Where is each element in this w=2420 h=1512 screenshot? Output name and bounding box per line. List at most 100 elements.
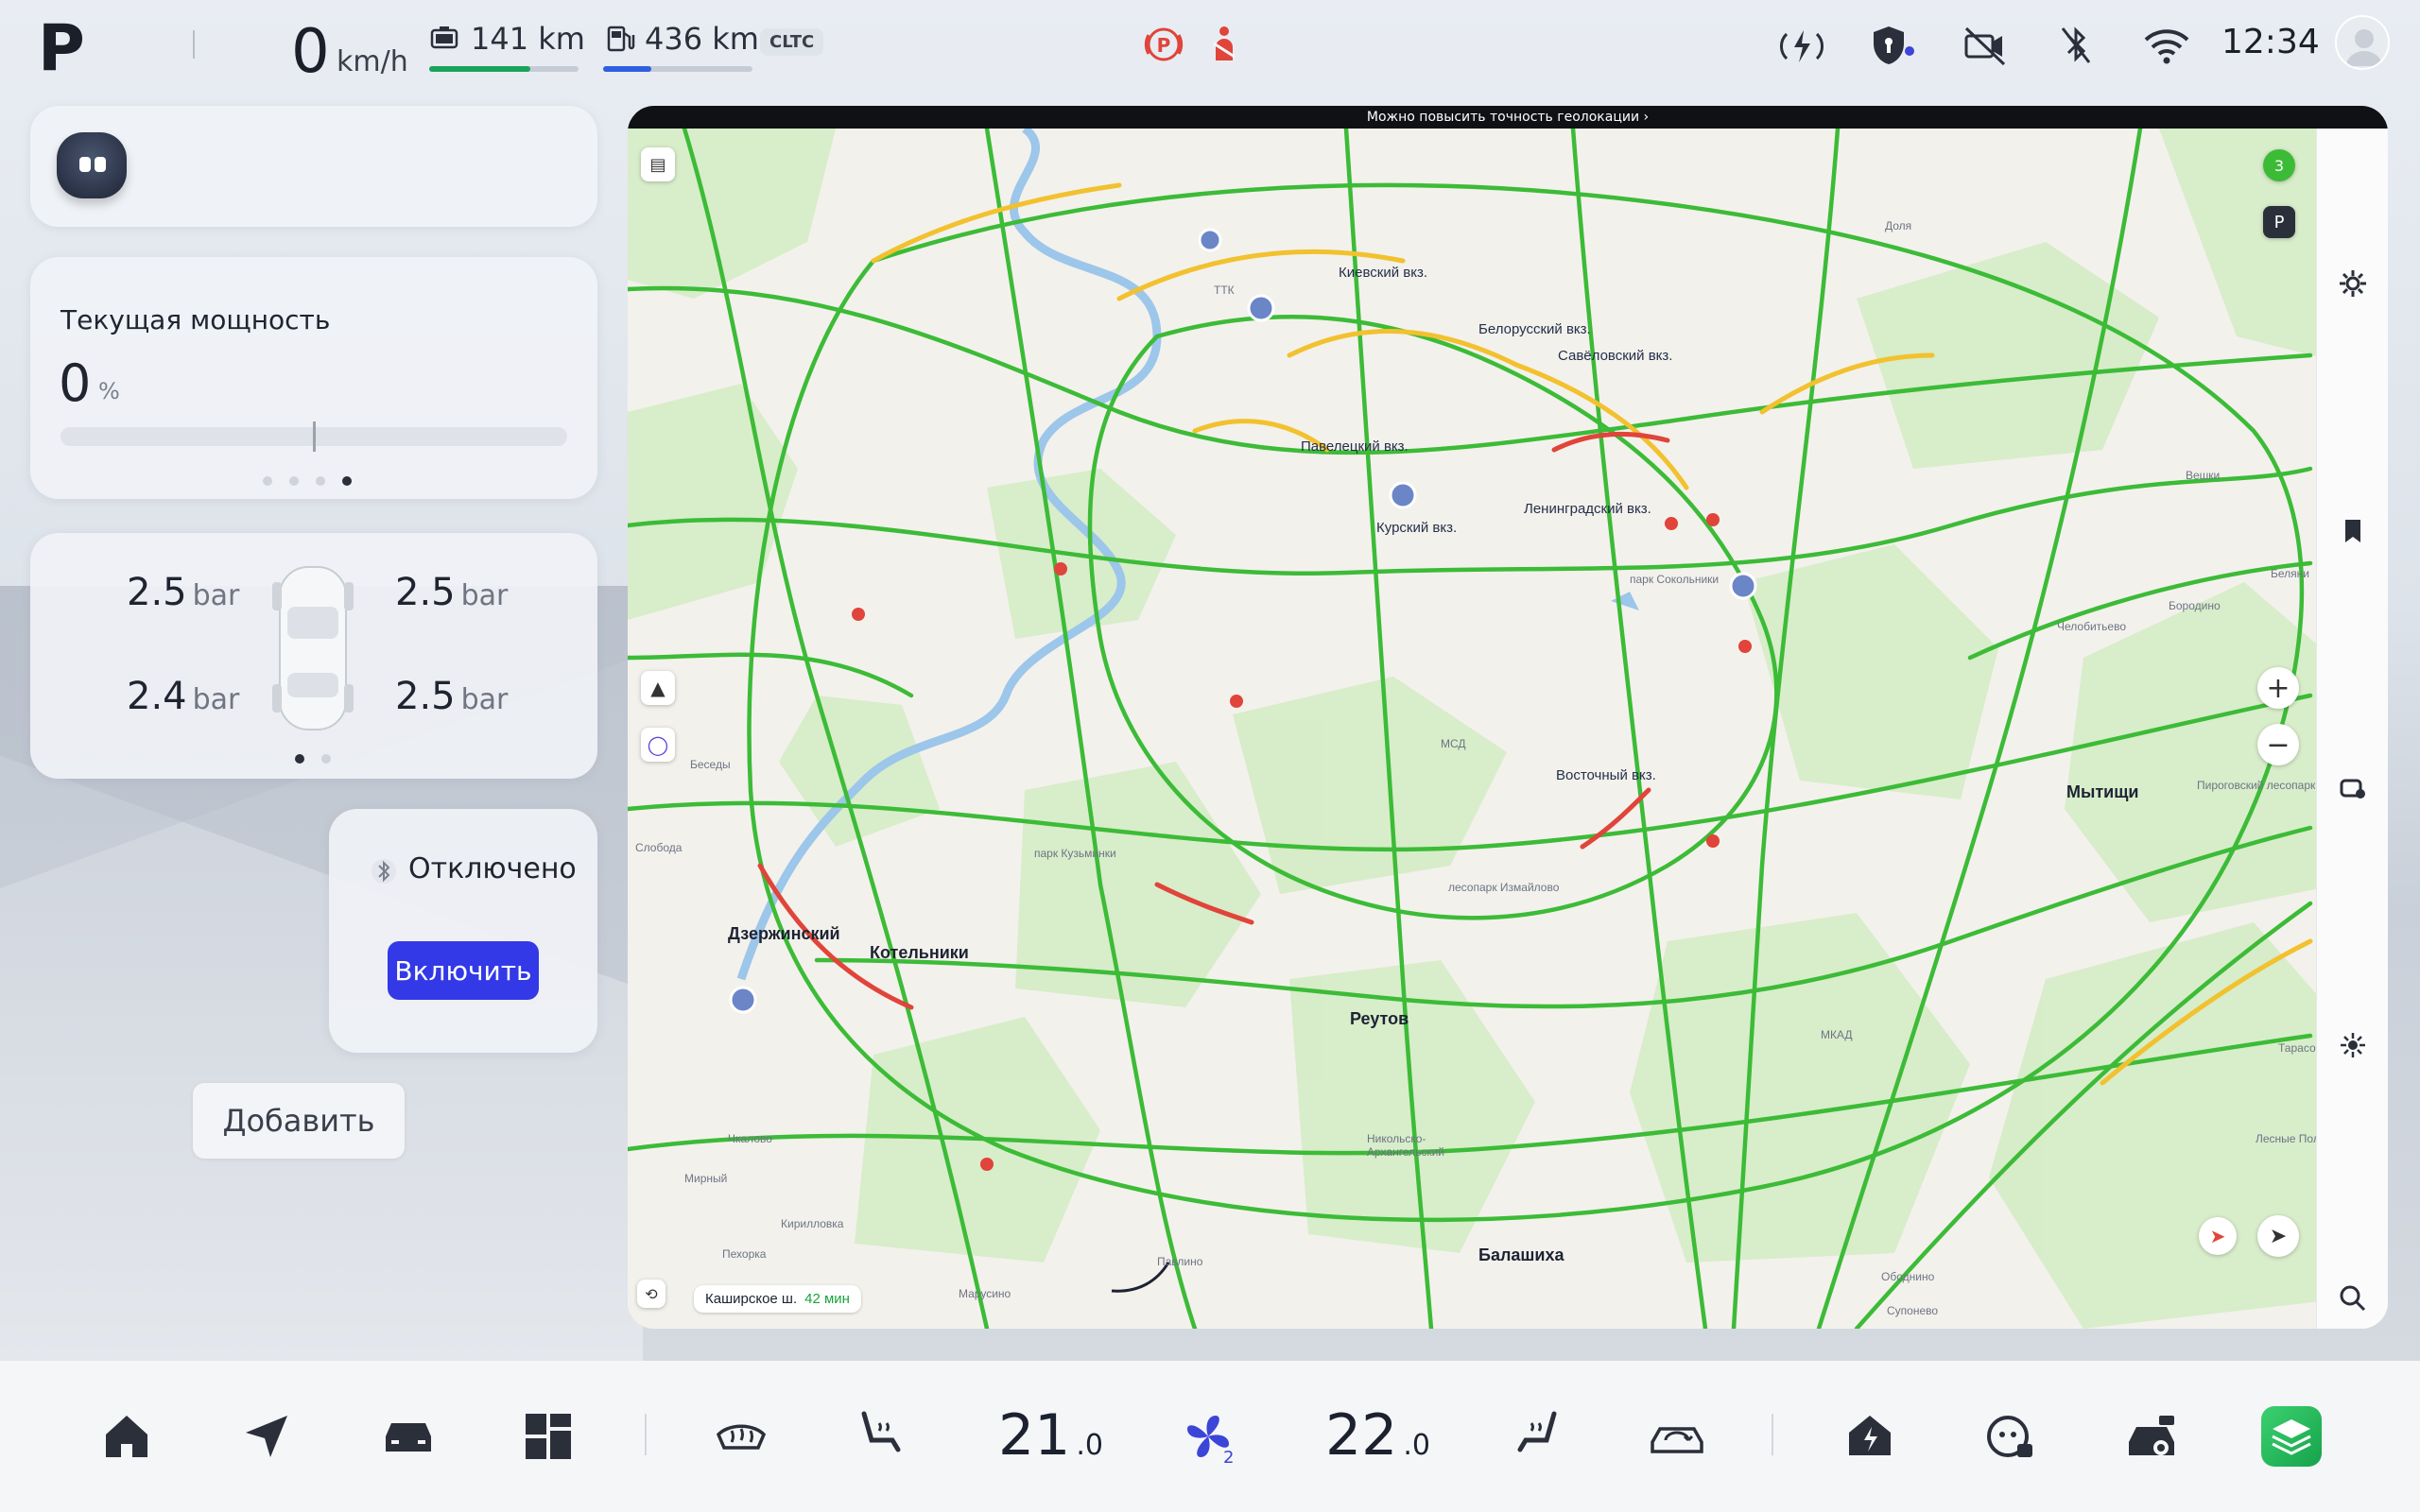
tire-unit: bar (460, 683, 509, 716)
bookmarks-icon[interactable] (2338, 516, 2368, 546)
route-road: Каширское ш. (705, 1291, 798, 1307)
wifi-icon (2144, 29, 2189, 64)
temp-left-value: 21 (998, 1402, 1071, 1469)
map-label-izmailovo: лесопарк Измайлово (1448, 881, 1560, 894)
map-reroute-button[interactable]: ⟲ (637, 1280, 666, 1308)
map-label-sokolniki: парк Сокольники (1630, 573, 1720, 586)
parking-icon: P (2273, 212, 2285, 232)
route-time: 42 мин (804, 1291, 850, 1307)
map-label-lesnye: Лесные Пол (2256, 1132, 2320, 1145)
bottom-dock: 21.0 2 22.0 (0, 1361, 2420, 1512)
page-dot[interactable] (289, 476, 299, 486)
zoom-in-button[interactable]: + (2257, 667, 2299, 709)
robot-eye (79, 157, 91, 172)
front-defrost-icon[interactable] (711, 1406, 771, 1467)
page-dot[interactable] (321, 754, 331, 764)
home-icon[interactable] (96, 1406, 157, 1467)
layers-icon: ▤ (649, 154, 666, 175)
tire-unit: bar (192, 579, 240, 612)
enable-bluetooth-button[interactable]: Включить (388, 941, 539, 1000)
camera-off-icon (1964, 26, 2006, 66)
tire-rear-right-value: 2.5 (395, 675, 456, 718)
map-alert-button[interactable]: ▲ (641, 671, 675, 705)
alice-assistant-button[interactable]: ◯ (641, 728, 675, 762)
tire-front-left-value: 2.5 (127, 571, 187, 614)
seatbelt-warning-icon (1213, 26, 1236, 60)
settings-icon[interactable] (2338, 268, 2368, 299)
navigation-arrow-icon: ➤ (2269, 1224, 2288, 1248)
range-battery: 141 km (429, 21, 585, 72)
plus-icon: + (2266, 671, 2290, 705)
bluetooth-card[interactable] (329, 809, 597, 1053)
power-value: 0 (59, 353, 92, 413)
compass-button[interactable]: ➤ (2199, 1217, 2237, 1255)
map-label-savelovsky: Савёловский вкз. (1558, 348, 1673, 364)
driver-assist-icon[interactable] (1979, 1406, 2040, 1467)
energy-icon[interactable] (1840, 1406, 1900, 1467)
seat-heat-left-icon[interactable] (851, 1406, 911, 1467)
dock-divider (645, 1414, 647, 1455)
apps-grid-icon[interactable] (518, 1406, 579, 1467)
seat-heat-right-icon[interactable] (1507, 1406, 1567, 1467)
svg-text:P: P (1157, 34, 1171, 57)
page-dot-active[interactable] (295, 754, 304, 764)
page-dot[interactable] (263, 476, 272, 486)
car-camera-icon[interactable] (2121, 1406, 2182, 1467)
navigation-icon[interactable] (236, 1406, 297, 1467)
geolocation-banner[interactable]: Можно повысить точность геолокации › (628, 106, 2388, 129)
parking-layer-button[interactable]: P (2263, 206, 2295, 238)
parking-brake-icon: P (1144, 27, 1184, 61)
range-battery-value: 141 km (471, 21, 585, 57)
compass-icon: ➤ (2209, 1225, 2226, 1247)
assistant-robot-icon[interactable] (57, 132, 127, 198)
map-label-kuzminki: парк Кузьминки (1034, 847, 1116, 860)
layers-stack-icon (2272, 1419, 2311, 1455)
map-label-kursky: Курский вкз. (1376, 520, 1458, 536)
map-label-vostochny: Восточный вкз. (1556, 767, 1656, 783)
map-label-reutov: Реутов (1350, 1009, 1409, 1028)
bluetooth-icon (372, 859, 396, 884)
tire-page-dots[interactable] (295, 754, 331, 764)
bluetooth-status: Отключено (408, 852, 577, 885)
map-label-pirogovsky: Пироговский лесопарк (2197, 779, 2316, 792)
map-label-kotelniki: Котельники (870, 943, 969, 962)
car-settings-icon[interactable] (2338, 773, 2368, 803)
route-summary[interactable]: Каширское ш. 42 мин (694, 1285, 861, 1313)
map-label-belorussky: Белорусский вкз. (1478, 321, 1591, 337)
temp-left-decimal: .0 (1076, 1429, 1103, 1462)
user-avatar[interactable] (2335, 15, 2390, 70)
page-dot-active[interactable] (342, 476, 352, 486)
air-recirculation-icon[interactable] (1647, 1406, 1707, 1467)
tire-rear-left-value: 2.4 (127, 675, 187, 718)
map-label-nikolsko: Никольско- Архангельский (1367, 1132, 1445, 1159)
map-label-sloboda: Слобода (635, 841, 683, 854)
map-label-kirillovka: Кирилловка (781, 1217, 844, 1230)
tire-front-right-value: 2.5 (395, 571, 456, 614)
tire-rear-left: 2.4 bar (127, 675, 239, 718)
map-label-pavlino: Павлино (1157, 1255, 1203, 1268)
car-top-view-icon (272, 566, 354, 730)
map-label-chkalovo: Чкалово (728, 1132, 772, 1145)
car-icon[interactable] (378, 1406, 439, 1467)
power-gauge-marker (313, 421, 316, 452)
map-canvas[interactable] (628, 129, 2388, 1329)
brightness-icon[interactable] (2338, 1030, 2368, 1060)
app-launcher-button[interactable] (2261, 1406, 2322, 1467)
temperature-right[interactable]: 22.0 (1325, 1402, 1430, 1469)
my-location-button[interactable]: ➤ (2257, 1215, 2299, 1257)
power-page-dots[interactable] (263, 476, 352, 486)
power-unit: % (98, 378, 120, 404)
map-side-toolbar (2316, 129, 2388, 1329)
zoom-out-button[interactable]: − (2257, 724, 2299, 765)
page-dot[interactable] (316, 476, 325, 486)
traffic-level-badge[interactable]: 3 (2263, 149, 2295, 181)
map-label-tarasovka: Тарасо (2278, 1041, 2316, 1055)
tire-rear-right: 2.5 bar (395, 675, 508, 718)
search-icon[interactable] (2338, 1283, 2368, 1314)
navigation-map[interactable]: Можно повысить точность геолокации › Кие… (628, 106, 2388, 1329)
add-widget-button[interactable]: Добавить (193, 1083, 405, 1159)
map-layers-button[interactable]: ▤ (641, 147, 675, 181)
temperature-left[interactable]: 21.0 (998, 1402, 1103, 1469)
map-label-obodnino: Ободнино (1881, 1270, 1935, 1283)
range-fuel: 436 km (603, 21, 759, 72)
